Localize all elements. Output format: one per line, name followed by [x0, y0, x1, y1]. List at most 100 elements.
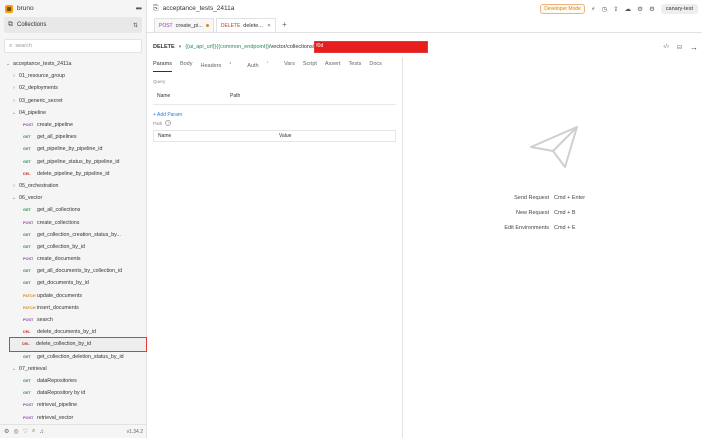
request-item[interactable]: GET get_collection_by_id: [0, 241, 147, 253]
method-selector[interactable]: DELETE: [153, 44, 175, 50]
folder-item[interactable]: › 05_orchestration: [0, 180, 147, 192]
cookies-icon[interactable]: ◎: [13, 428, 18, 435]
developer-mode-badge[interactable]: Developer Mode: [540, 3, 585, 14]
method-badge: GET: [23, 281, 31, 286]
share-icon[interactable]: ⇪: [613, 5, 618, 13]
folder-item[interactable]: › 02_deployments: [0, 82, 147, 94]
heart-icon[interactable]: ♡: [23, 428, 28, 435]
shortcuts-list: Send Request Cmd + Enter New Request Cmd…: [463, 190, 585, 235]
send-arrow-icon[interactable]: →: [690, 43, 698, 52]
chevron-down-icon[interactable]: ▾: [179, 44, 182, 50]
request-item-selected[interactable]: DEL delete_collection_by_id: [9, 337, 147, 352]
request-label: update_documents: [37, 292, 83, 299]
search-input[interactable]: [15, 43, 137, 49]
send-plane-icon: [530, 126, 578, 168]
request-item[interactable]: PATCH update_documents: [0, 290, 147, 302]
search-docs-icon[interactable]: ⌕: [32, 428, 35, 435]
request-item[interactable]: POST create_documents: [0, 253, 147, 265]
environment-settings-icon[interactable]: ⚙: [649, 5, 655, 13]
folder-item[interactable]: ⌄ 06_vector: [0, 192, 147, 204]
request-item[interactable]: GET dataRepository by id: [0, 387, 147, 399]
url-variable: {{common_endpoint}}: [216, 44, 270, 50]
request-item[interactable]: GET dataRepositories: [0, 375, 147, 387]
save-icon[interactable]: ⊟: [677, 44, 682, 51]
folder-label: 06_vector: [19, 195, 43, 202]
new-tab-icon[interactable]: +: [282, 20, 287, 29]
redacted-id-highlight: f0d: [314, 41, 429, 53]
settings-icon[interactable]: ⚙: [4, 428, 9, 435]
request-item[interactable]: GET get_collection_deletion_status_by_id: [0, 351, 147, 363]
shortcut-row: New Request Cmd + B: [463, 205, 585, 220]
request-item[interactable]: GET get_pipeline_status_by_pipeline_id: [0, 156, 147, 168]
folder-item[interactable]: ⌄ 04_pipeline: [0, 107, 147, 119]
tab-docs[interactable]: Docs: [369, 61, 382, 72]
request-item[interactable]: POST search: [0, 314, 147, 326]
notifications-icon[interactable]: ♫: [39, 429, 44, 435]
folder-label: 02_deployments: [19, 85, 58, 92]
request-item[interactable]: POST create_pipeline: [0, 119, 147, 131]
request-label: create_pipeline: [37, 122, 73, 129]
request-item[interactable]: GET get_all_pipelines: [0, 131, 147, 143]
more-options-icon[interactable]: •••: [136, 4, 142, 13]
tab-label: create_pi...: [175, 22, 203, 29]
headers-count: 1: [229, 61, 232, 65]
request-label: search: [37, 317, 53, 324]
method-badge: DEL: [23, 171, 31, 176]
gear-icon[interactable]: ⚙: [637, 5, 643, 13]
search-box[interactable]: ⌕: [4, 39, 142, 53]
close-icon[interactable]: ✕: [267, 23, 271, 29]
method-badge: GET: [23, 232, 31, 237]
app-name: bruno: [17, 5, 34, 12]
request-item[interactable]: GET get_pipeline_by_pipeline_id: [0, 143, 147, 155]
chevron-right-icon: ›: [13, 85, 15, 92]
request-item[interactable]: POST create_collections: [0, 216, 147, 228]
bruno-logo-icon: [5, 4, 13, 13]
tab-params[interactable]: Params: [153, 61, 172, 72]
collection-icon: ⎘: [153, 4, 159, 12]
history-icon[interactable]: ◷: [602, 5, 608, 13]
tab-headers[interactable]: Headers 1: [201, 61, 240, 72]
tab-body[interactable]: Body: [180, 61, 193, 72]
tab-auth[interactable]: Auth *: [247, 61, 276, 72]
collection-root[interactable]: ⌄ acceptance_tests_2411a: [0, 58, 147, 70]
request-label: insert_documents: [37, 304, 79, 311]
tab-tests[interactable]: Tests: [349, 61, 362, 72]
request-item[interactable]: GET get_all_documents_by_collection_id: [0, 265, 147, 277]
sort-icon[interactable]: ⇅: [133, 22, 138, 29]
method-badge: GET: [23, 159, 31, 164]
tab-assert[interactable]: Assert: [325, 61, 341, 72]
runner-icon[interactable]: ⚡: [591, 5, 596, 13]
auth-marker: *: [266, 61, 268, 65]
request-item[interactable]: PATCH insert_documents: [0, 302, 147, 314]
auth-label: Auth: [247, 62, 259, 69]
request-label: get_collection_creation_status_by...: [37, 231, 121, 238]
folder-label: acceptance_tests_2411a: [13, 61, 72, 68]
tab-create-pipeline[interactable]: POST create_pi...: [154, 18, 214, 32]
cloud-icon[interactable]: ☁: [625, 5, 632, 13]
query-col-path: Path: [230, 93, 241, 99]
tab-vars[interactable]: Vars: [284, 61, 295, 72]
method-badge: GET: [23, 244, 31, 249]
info-icon[interactable]: i: [165, 120, 172, 126]
tab-script[interactable]: Script: [303, 61, 317, 72]
request-item[interactable]: POST retrieval_pipeline: [0, 399, 147, 411]
request-item[interactable]: GET get_collection_creation_status_by...: [0, 229, 147, 241]
collections-header[interactable]: ⧉ Collections ⇅: [4, 17, 142, 33]
request-label: get_all_collections: [37, 207, 81, 214]
request-item[interactable]: GET get_all_collections: [0, 204, 147, 216]
search-icon: ⌕: [9, 42, 13, 49]
request-item[interactable]: DEL delete_pipeline_by_pipeline_id: [0, 168, 147, 180]
folder-item[interactable]: ⌄ 07_retrieval: [0, 363, 147, 375]
request-item[interactable]: GET get_documents_by_id: [0, 277, 147, 289]
add-param-button[interactable]: + Add Param: [153, 112, 396, 118]
collections-icon: ⧉: [8, 21, 13, 28]
sidebar: bruno ••• ⧉ Collections ⇅ ⌕ ⌄acceptance_…: [0, 0, 147, 438]
folder-item[interactable]: › 03_generic_secret: [0, 95, 147, 107]
tab-delete-collection[interactable]: DELETE delete... ✕: [215, 18, 277, 32]
request-item[interactable]: POST retrieval_vector: [0, 411, 147, 423]
url-input[interactable]: {{ai_api_url}} {{common_endpoint}} /vect…: [185, 41, 429, 53]
request-item[interactable]: DEL delete_documents_by_id: [0, 326, 147, 338]
code-icon[interactable]: ‹/›: [663, 44, 669, 50]
environment-selector[interactable]: canary-test: [660, 3, 698, 14]
folder-item[interactable]: › 01_resource_group: [0, 70, 147, 82]
